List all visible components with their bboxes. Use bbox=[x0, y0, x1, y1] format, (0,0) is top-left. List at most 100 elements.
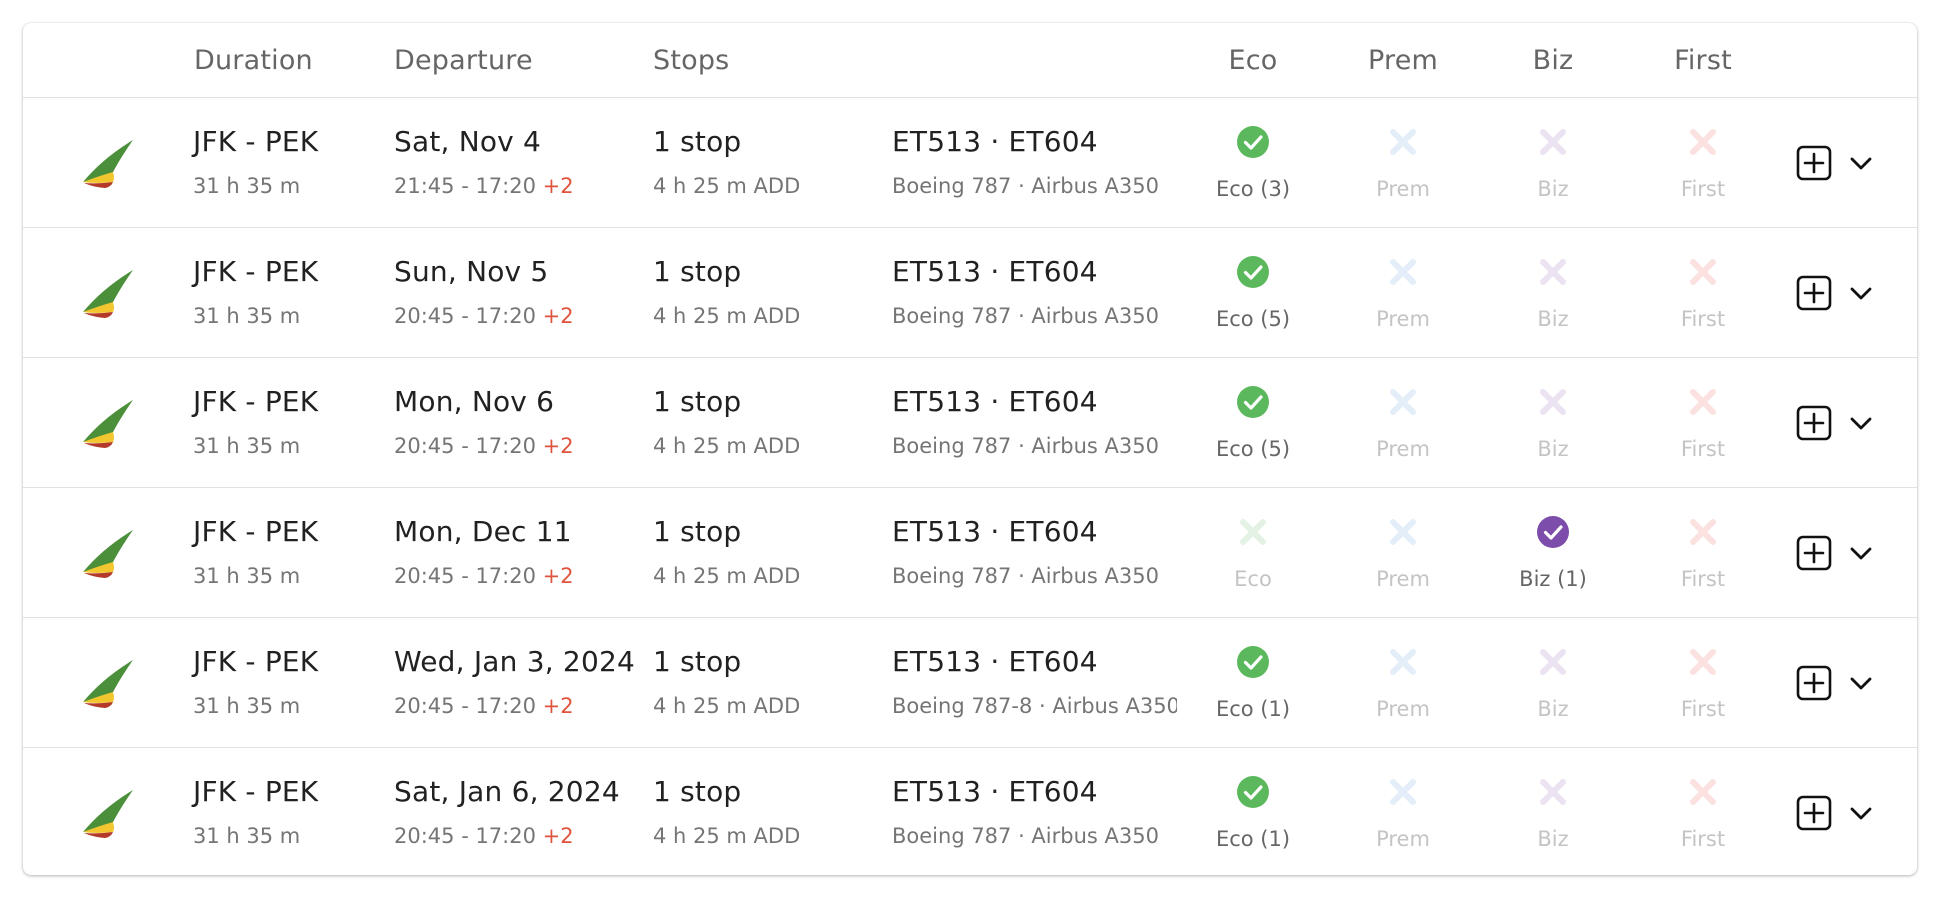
stops: 1 stop bbox=[653, 515, 742, 548]
flight-results-card: Duration Departure Stops Eco Prem Biz Fi… bbox=[23, 23, 1917, 875]
cabin-biz: Biz bbox=[1483, 645, 1623, 721]
aircraft: Boeing 787-8 · Airbus A350 bbox=[892, 694, 1177, 718]
expand-details-button[interactable] bbox=[1849, 672, 1873, 694]
flight-row[interactable]: JFK - PEK 31 h 35 m Sat, Jan 6, 2024 20:… bbox=[23, 748, 1917, 875]
flight-row[interactable]: JFK - PEK 31 h 35 m Sat, Nov 4 21:45 - 1… bbox=[23, 98, 1917, 228]
cabin-eco[interactable]: Eco (5) bbox=[1183, 255, 1323, 331]
aircraft: Boeing 787 · Airbus A350 bbox=[892, 564, 1159, 588]
expand-details-button[interactable] bbox=[1849, 542, 1873, 564]
stops: 1 stop bbox=[653, 255, 742, 288]
x-icon bbox=[1386, 775, 1420, 809]
departure-date: Wed, Jan 3, 2024 bbox=[394, 645, 635, 678]
cabin-first: First bbox=[1633, 385, 1773, 461]
add-flight-button[interactable] bbox=[1796, 795, 1832, 831]
x-icon bbox=[1536, 255, 1570, 289]
cabin-prem: Prem bbox=[1333, 645, 1473, 721]
expand-details-button[interactable] bbox=[1849, 802, 1873, 824]
flight-row[interactable]: JFK - PEK 31 h 35 m Mon, Nov 6 20:45 - 1… bbox=[23, 358, 1917, 488]
aircraft: Boeing 787 · Airbus A350 bbox=[892, 304, 1159, 328]
cabin-biz-label: Biz bbox=[1537, 307, 1569, 331]
cabin-prem-label: Prem bbox=[1376, 567, 1430, 591]
airline-logo-icon bbox=[81, 788, 137, 838]
cabin-eco-label: Eco (1) bbox=[1215, 827, 1291, 851]
flight-numbers: ET513 · ET604 bbox=[892, 515, 1098, 548]
aircraft: Boeing 787 · Airbus A350 bbox=[892, 174, 1159, 198]
add-flight-button[interactable] bbox=[1796, 535, 1832, 571]
cabin-first: First bbox=[1633, 645, 1773, 721]
x-icon bbox=[1686, 515, 1720, 549]
flight-row[interactable]: JFK - PEK 31 h 35 m Sun, Nov 5 20:45 - 1… bbox=[23, 228, 1917, 358]
cabin-first-label: First bbox=[1680, 567, 1726, 591]
cabin-biz[interactable]: Biz (1) bbox=[1483, 515, 1623, 591]
cabin-prem-label: Prem bbox=[1376, 827, 1430, 851]
add-flight-button[interactable] bbox=[1796, 405, 1832, 441]
check-circle-icon bbox=[1536, 515, 1570, 549]
cabin-first-label: First bbox=[1680, 827, 1726, 851]
x-icon bbox=[1686, 385, 1720, 419]
expand-details-button[interactable] bbox=[1849, 152, 1873, 174]
route: JFK - PEK bbox=[193, 385, 319, 418]
cabin-prem-label: Prem bbox=[1376, 307, 1430, 331]
duration: 31 h 35 m bbox=[193, 304, 301, 328]
route: JFK - PEK bbox=[193, 645, 319, 678]
layover: 4 h 25 m ADD bbox=[653, 434, 801, 458]
duration: 31 h 35 m bbox=[193, 434, 301, 458]
cabin-eco: Eco bbox=[1183, 515, 1323, 591]
cabin-eco[interactable]: Eco (3) bbox=[1183, 125, 1323, 201]
add-flight-button[interactable] bbox=[1796, 145, 1832, 181]
cabin-eco-label: Eco (1) bbox=[1215, 697, 1291, 721]
cabin-biz-label: Biz bbox=[1537, 437, 1569, 461]
check-circle-icon bbox=[1236, 125, 1270, 159]
cabin-biz: Biz bbox=[1483, 775, 1623, 851]
airline-logo-icon bbox=[81, 528, 137, 578]
add-flight-button[interactable] bbox=[1796, 665, 1832, 701]
departure-times: 20:45 - 17:20 +2 bbox=[394, 694, 574, 718]
cabin-biz-label: Biz (1) bbox=[1519, 567, 1587, 591]
cabin-prem: Prem bbox=[1333, 125, 1473, 201]
airline-logo-icon bbox=[81, 658, 137, 708]
flight-numbers: ET513 · ET604 bbox=[892, 255, 1098, 288]
flight-numbers: ET513 · ET604 bbox=[892, 775, 1098, 808]
add-flight-button[interactable] bbox=[1796, 275, 1832, 311]
cabin-eco[interactable]: Eco (1) bbox=[1183, 775, 1323, 851]
expand-details-button[interactable] bbox=[1849, 282, 1873, 304]
day-offset: +2 bbox=[542, 434, 574, 458]
departure-date: Sat, Jan 6, 2024 bbox=[394, 775, 620, 808]
cabin-biz-label: Biz bbox=[1537, 827, 1569, 851]
cabin-eco[interactable]: Eco (1) bbox=[1183, 645, 1323, 721]
x-icon bbox=[1386, 385, 1420, 419]
day-offset: +2 bbox=[542, 304, 574, 328]
flight-numbers: ET513 · ET604 bbox=[892, 385, 1098, 418]
header-duration: Duration bbox=[194, 45, 313, 76]
x-icon bbox=[1686, 775, 1720, 809]
day-offset: +2 bbox=[542, 174, 574, 198]
day-offset: +2 bbox=[542, 824, 574, 848]
x-icon bbox=[1536, 645, 1570, 679]
x-icon bbox=[1386, 645, 1420, 679]
departure-times: 20:45 - 17:20 +2 bbox=[394, 304, 574, 328]
flight-row[interactable]: JFK - PEK 31 h 35 m Mon, Dec 11 20:45 - … bbox=[23, 488, 1917, 618]
cabin-prem: Prem bbox=[1333, 515, 1473, 591]
route: JFK - PEK bbox=[193, 775, 319, 808]
layover: 4 h 25 m ADD bbox=[653, 304, 801, 328]
cabin-biz: Biz bbox=[1483, 255, 1623, 331]
cabin-prem-label: Prem bbox=[1376, 697, 1430, 721]
expand-details-button[interactable] bbox=[1849, 412, 1873, 434]
x-icon bbox=[1536, 125, 1570, 159]
cabin-eco[interactable]: Eco (5) bbox=[1183, 385, 1323, 461]
day-offset: +2 bbox=[542, 564, 574, 588]
x-icon bbox=[1386, 255, 1420, 289]
times: 20:45 - 17:20 bbox=[394, 824, 536, 848]
departure-times: 21:45 - 17:20 +2 bbox=[394, 174, 574, 198]
cabin-prem: Prem bbox=[1333, 255, 1473, 331]
flight-row[interactable]: JFK - PEK 31 h 35 m Wed, Jan 3, 2024 20:… bbox=[23, 618, 1917, 748]
departure-times: 20:45 - 17:20 +2 bbox=[394, 564, 574, 588]
cabin-first: First bbox=[1633, 775, 1773, 851]
cabin-prem: Prem bbox=[1333, 385, 1473, 461]
cabin-prem-label: Prem bbox=[1376, 177, 1430, 201]
duration: 31 h 35 m bbox=[193, 824, 301, 848]
check-circle-icon bbox=[1236, 385, 1270, 419]
x-icon bbox=[1536, 385, 1570, 419]
times: 20:45 - 17:20 bbox=[394, 434, 536, 458]
times: 20:45 - 17:20 bbox=[394, 304, 536, 328]
